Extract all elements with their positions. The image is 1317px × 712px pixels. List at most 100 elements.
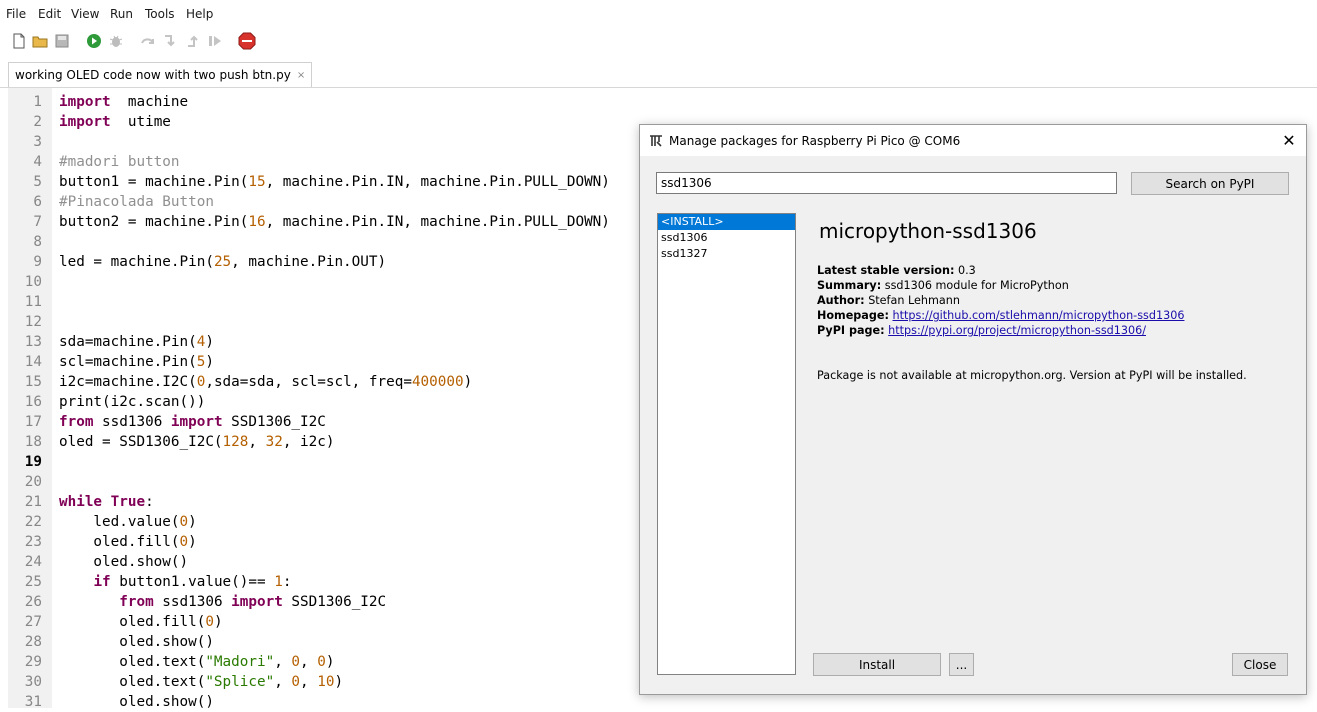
menu-view[interactable]: View (71, 7, 99, 21)
resume-icon[interactable] (207, 33, 223, 49)
code-token: oled = SSD1306_I2C( (59, 434, 223, 450)
menu-tools[interactable]: Tools (145, 7, 175, 21)
list-item-install[interactable]: <INSTALL> (658, 214, 795, 230)
list-item-ssd1306[interactable]: ssd1306 (658, 230, 795, 246)
pypi-label: PyPI page: (817, 324, 885, 337)
code-token: oled.text( (59, 674, 206, 690)
step-out-icon[interactable] (185, 33, 201, 49)
code-token: 10 (317, 674, 335, 690)
manage-packages-dialog: Manage packages for Raspberry Pi Pico @ … (639, 124, 1307, 695)
dialog-title-bar: Manage packages for Raspberry Pi Pico @ … (640, 125, 1306, 156)
pypi-link[interactable]: https://pypi.org/project/micropython-ssd… (888, 324, 1146, 337)
package-list[interactable]: <INSTALL> ssd1306 ssd1327 (657, 213, 796, 675)
code-line: led = machine.Pin(25, machine.Pin.OUT) (59, 252, 386, 272)
stop-icon[interactable] (238, 32, 256, 50)
code-token: ) (188, 514, 197, 530)
author-label: Author: (817, 294, 865, 307)
code-token: True (110, 494, 146, 510)
code-line: led.value(0) (59, 512, 197, 532)
code-token: #madori button (59, 154, 180, 170)
code-token: oled.show() (59, 634, 214, 650)
code-token: , (300, 674, 318, 690)
code-token: , machine.Pin.OUT) (231, 254, 387, 270)
close-button[interactable]: Close (1232, 653, 1288, 676)
availability-note: Package is not available at micropython.… (817, 369, 1247, 382)
step-into-icon[interactable] (162, 33, 178, 49)
summary-label: Summary: (817, 279, 882, 292)
code-token: , machine.Pin.IN, machine.Pin.PULL_DOWN) (265, 214, 610, 230)
code-line: oled.fill(0) (59, 612, 222, 632)
code-line: button1 = machine.Pin(15, machine.Pin.IN… (59, 172, 610, 192)
code-token: 16 (248, 214, 266, 230)
save-icon[interactable] (54, 33, 70, 49)
tab-close-icon[interactable]: × (297, 70, 305, 81)
code-token: ) (205, 354, 214, 370)
line-number: 16 (24, 394, 42, 410)
code-token: print(i2c.scan()) (59, 394, 206, 410)
tab-label: working OLED code now with two push btn.… (15, 68, 291, 82)
code-token: 0 (205, 614, 214, 630)
app-logo-icon (650, 135, 662, 147)
line-number: 10 (24, 274, 42, 290)
code-line: #madori button (59, 152, 180, 172)
code-token: , (300, 654, 318, 670)
code-token: SSD1306_I2C (222, 414, 326, 430)
code-token: , (248, 434, 266, 450)
code-token: 0 (179, 514, 189, 530)
package-search-input[interactable] (656, 172, 1117, 194)
line-number: 30 (24, 674, 42, 690)
code-line: oled.show() (59, 552, 188, 572)
dialog-close-icon[interactable]: ✕ (1280, 131, 1298, 150)
code-line: oled.show() (59, 692, 214, 712)
menu-help[interactable]: Help (186, 7, 213, 21)
step-over-icon[interactable] (140, 33, 156, 49)
code-token: : (282, 574, 292, 590)
line-number: 29 (24, 654, 42, 670)
code-line: oled = SSD1306_I2C(128, 32, i2c) (59, 432, 334, 452)
line-number: 5 (33, 174, 42, 190)
list-item-ssd1327[interactable]: ssd1327 (658, 246, 795, 262)
open-folder-icon[interactable] (32, 33, 48, 49)
line-number: 13 (24, 334, 42, 350)
version-row: Latest stable version: 0.3 (817, 264, 976, 277)
version-label: Latest stable version: (817, 264, 955, 277)
code-token: ,sda=sda, scl=scl, freq= (205, 374, 412, 390)
code-line: #Pinacolada Button (59, 192, 214, 212)
line-number: 3 (33, 134, 42, 150)
code-line: i2c=machine.I2C(0,sda=sda, scl=scl, freq… (59, 372, 472, 392)
search-pypi-button[interactable]: Search on PyPI (1131, 172, 1289, 195)
debug-icon[interactable] (108, 33, 124, 49)
more-options-button[interactable]: ... (949, 653, 974, 676)
code-line: oled.text("Madori", 0, 0) (59, 652, 334, 672)
homepage-label: Homepage: (817, 309, 889, 322)
line-number: 20 (24, 474, 42, 490)
line-number: 21 (24, 494, 42, 510)
code-token: 0 (291, 674, 301, 690)
line-number: 15 (24, 374, 42, 390)
code-token: , (274, 674, 292, 690)
install-button[interactable]: Install (813, 653, 941, 676)
package-name: micropython-ssd1306 (819, 219, 1037, 243)
code-token: led = machine.Pin( (59, 254, 214, 270)
homepage-link[interactable]: https://github.com/stlehmann/micropython… (892, 309, 1184, 322)
author-value: Stefan Lehmann (868, 294, 960, 307)
code-token: led.value( (59, 514, 180, 530)
menu-run[interactable]: Run (110, 7, 133, 21)
code-token: import (231, 594, 283, 610)
menu-file[interactable]: File (6, 7, 26, 21)
run-icon[interactable] (86, 33, 102, 49)
code-token: #Pinacolada Button (59, 194, 214, 210)
new-file-icon[interactable] (11, 33, 27, 49)
tab-working-oled[interactable]: working OLED code now with two push btn.… (8, 62, 313, 87)
line-number: 6 (33, 194, 42, 210)
code-line: while True: (59, 492, 154, 512)
code-line: oled.text("Splice", 0, 10) (59, 672, 343, 692)
code-token: ) (188, 534, 197, 550)
code-token: 0 (317, 654, 326, 670)
code-token: ssd1306 (93, 414, 171, 430)
menu-edit[interactable]: Edit (38, 7, 61, 21)
line-number: 28 (24, 634, 42, 650)
